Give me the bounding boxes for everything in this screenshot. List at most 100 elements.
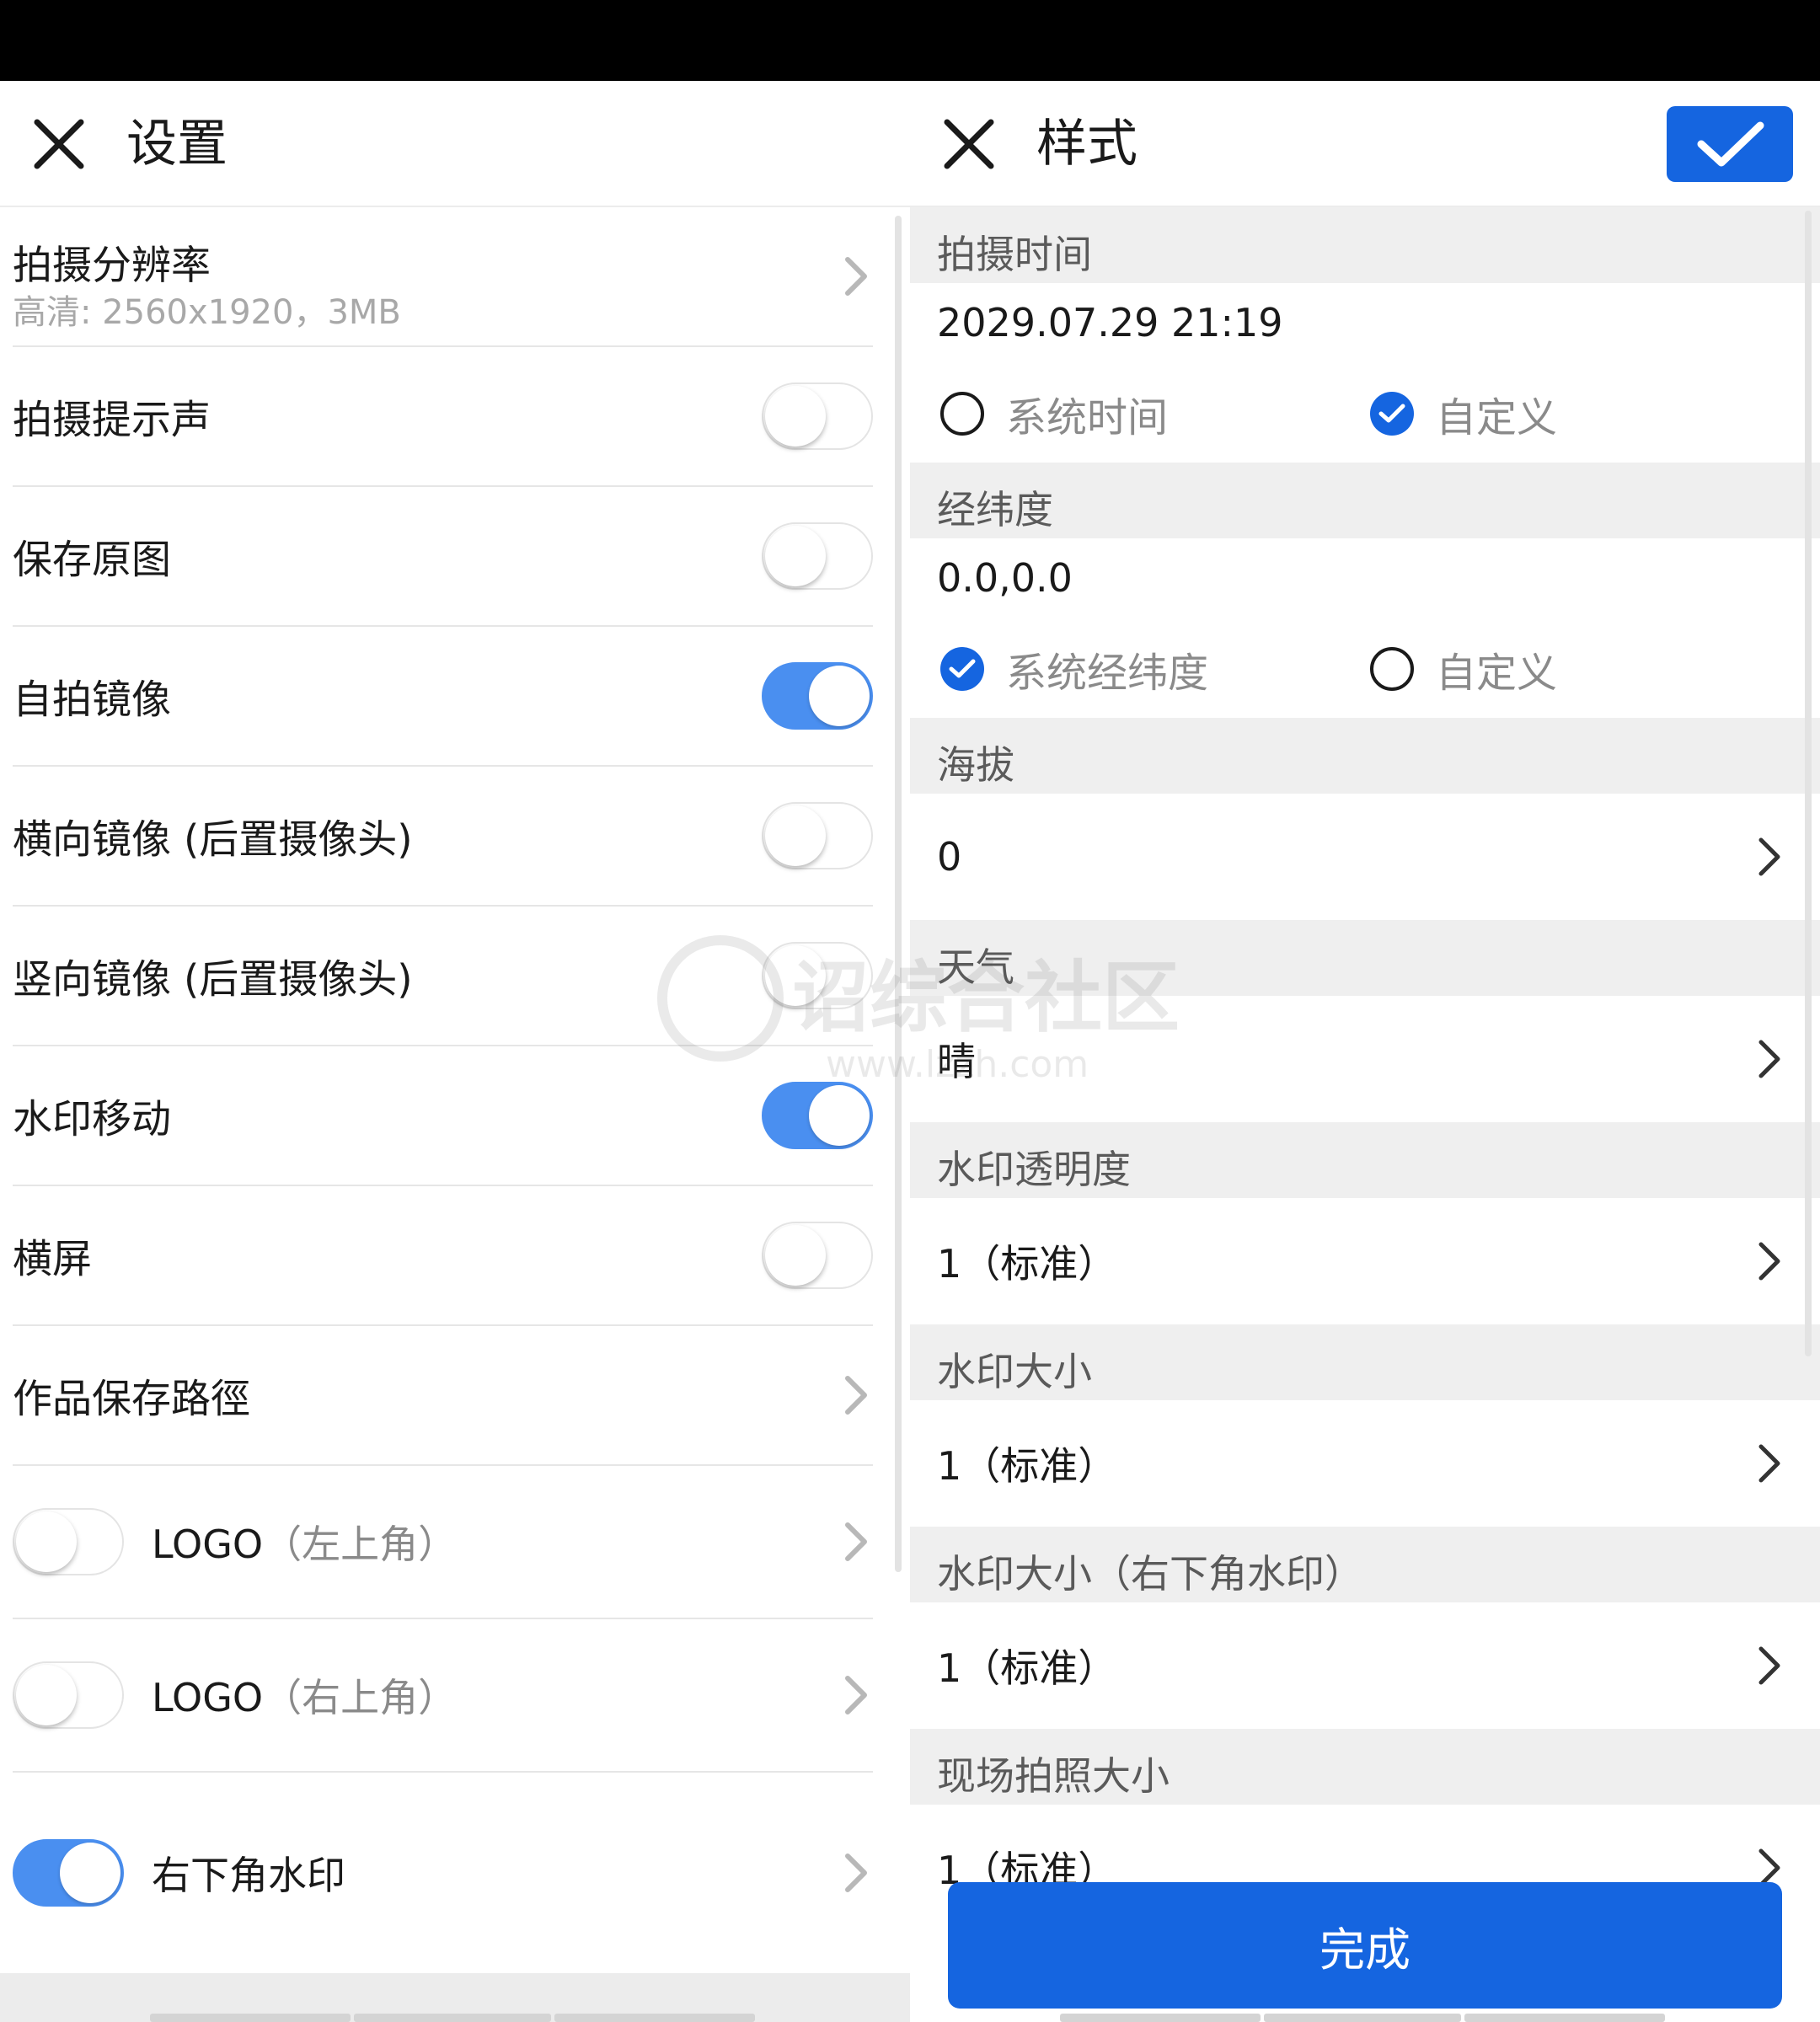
corner-watermark-toggle[interactable] <box>13 1839 124 1907</box>
toggle-knob <box>16 1665 77 1725</box>
altitude-row[interactable]: 0 <box>910 794 1820 920</box>
resolution-row[interactable]: 拍摄分辨率 高清: 2560x1920，3MB <box>13 207 873 347</box>
system-coords-radio[interactable]: 系统经纬度 <box>940 639 1208 698</box>
logo-right-toggle[interactable] <box>13 1661 124 1729</box>
logo-left-suffix: （左上角） <box>263 1522 458 1567</box>
nav-handle <box>1060 2014 1665 2022</box>
vertical-mirror-toggle[interactable] <box>762 942 873 1009</box>
section-header-size: 水印大小 <box>910 1324 1820 1400</box>
selfie-mirror-label: 自拍镜像 <box>13 677 171 724</box>
done-button[interactable]: 完成 <box>948 1882 1782 2009</box>
settings-title: 设置 <box>126 115 228 174</box>
radio-checked-icon <box>1370 392 1414 436</box>
toggle-row-watermark-move: 水印移动 <box>13 1046 873 1186</box>
section-header-opacity: 水印透明度 <box>910 1122 1820 1198</box>
landscape-label: 横屏 <box>13 1236 92 1283</box>
size-row[interactable]: 1（标准） <box>910 1400 1820 1527</box>
shoot-time-value[interactable]: 2029.07.29 21:19 <box>937 300 1283 345</box>
custom-coords-radio[interactable]: 自定义 <box>1370 639 1557 698</box>
style-topbar: 样式 <box>910 81 1820 207</box>
style-title: 样式 <box>1036 115 1138 174</box>
chevron-right-icon <box>1753 1034 1786 1084</box>
section-header-shoot-time: 拍摄时间 <box>910 207 1820 283</box>
toggle-knob <box>765 386 826 447</box>
weather-value: 晴 <box>937 1039 976 1084</box>
size-corner-value: 1（标准） <box>937 1645 1117 1691</box>
size-corner-row[interactable]: 1（标准） <box>910 1602 1820 1729</box>
chevron-right-icon <box>839 1516 873 1567</box>
scrollbar[interactable] <box>1805 211 1812 1356</box>
weather-row[interactable]: 晴 <box>910 996 1820 1122</box>
toggle-row-selfie-mirror: 自拍镜像 <box>13 627 873 767</box>
style-list: 拍摄时间 2029.07.29 21:19 系统时间 自定义 经纬度 0.0,0… <box>910 207 1820 1931</box>
save-path-label: 作品保存路徑 <box>13 1376 250 1423</box>
section-header-photo-size: 现场拍照大小 <box>910 1729 1820 1805</box>
chevron-right-icon <box>1753 1438 1786 1489</box>
logo-left-label: LOGO（左上角） <box>152 1514 457 1570</box>
close-icon <box>34 119 84 169</box>
section-header-coords: 经纬度 <box>910 463 1820 538</box>
custom-time-radio[interactable]: 自定义 <box>1370 384 1557 443</box>
system-coords-label: 系统经纬度 <box>1006 650 1209 697</box>
save-original-label: 保存原图 <box>13 537 171 584</box>
toggle-knob <box>765 805 826 866</box>
logo-left-row[interactable]: LOGO（左上角） <box>13 1466 873 1619</box>
radio-checked-icon <box>940 647 984 691</box>
toggle-knob <box>60 1843 120 1903</box>
toggle-row-save-original: 保存原图 <box>13 487 873 627</box>
coords-value[interactable]: 0.0,0.0 <box>937 555 1073 601</box>
horizontal-mirror-toggle[interactable] <box>762 802 873 869</box>
check-icon <box>1697 121 1764 167</box>
chevron-right-icon <box>839 251 873 302</box>
settings-close-button[interactable] <box>25 110 93 178</box>
resolution-value: 高清: 2560x1920，3MB <box>13 293 401 332</box>
confirm-button[interactable] <box>1667 106 1793 182</box>
toggle-knob <box>16 1511 77 1572</box>
watermark-move-toggle[interactable] <box>762 1082 873 1149</box>
toggle-row-shutter-sound: 拍摄提示声 <box>13 347 873 487</box>
chevron-right-icon <box>1753 832 1786 882</box>
toggle-knob <box>765 1225 826 1286</box>
shutter-sound-toggle[interactable] <box>762 382 873 450</box>
shutter-sound-label: 拍摄提示声 <box>13 397 211 444</box>
scrollbar[interactable] <box>895 216 902 1572</box>
landscape-toggle[interactable] <box>762 1222 873 1289</box>
toggle-row-landscape: 横屏 <box>13 1186 873 1326</box>
logo-left-prefix: LOGO <box>152 1522 264 1567</box>
altitude-value: 0 <box>937 834 962 880</box>
system-time-radio[interactable]: 系统时间 <box>940 384 1168 443</box>
logo-right-row[interactable]: LOGO（右上角） <box>13 1619 873 1773</box>
toggle-row-horizontal-mirror: 横向镜像 (后置摄像头) <box>13 767 873 907</box>
style-close-button[interactable] <box>935 110 1003 178</box>
nav-handle <box>150 2014 755 2022</box>
toggle-row-vertical-mirror: 竖向镜像 (后置摄像头) <box>13 907 873 1046</box>
settings-topbar: 设置 <box>0 81 910 207</box>
status-bar <box>0 0 1820 81</box>
logo-right-label: LOGO（右上角） <box>152 1667 457 1723</box>
vertical-mirror-label: 竖向镜像 (后置摄像头) <box>13 956 413 1003</box>
opacity-row[interactable]: 1（标准） <box>910 1198 1820 1324</box>
custom-time-label: 自定义 <box>1436 394 1558 441</box>
toggle-knob <box>809 1085 870 1146</box>
selfie-mirror-toggle[interactable] <box>762 662 873 730</box>
custom-coords-label: 自定义 <box>1436 650 1558 697</box>
opacity-value: 1（标准） <box>937 1241 1117 1286</box>
coords-block: 0.0,0.0 系统经纬度 自定义 <box>910 538 1820 718</box>
radio-unchecked-icon <box>940 392 984 436</box>
section-header-weather: 天气 <box>910 920 1820 996</box>
save-original-toggle[interactable] <box>762 522 873 590</box>
toggle-knob <box>809 666 870 726</box>
close-icon <box>944 119 994 169</box>
logo-right-suffix: （右上角） <box>263 1675 458 1720</box>
chevron-right-icon <box>1753 1236 1786 1286</box>
chevron-right-icon <box>839 1370 873 1420</box>
save-path-row[interactable]: 作品保存路徑 <box>13 1326 873 1466</box>
toggle-knob <box>765 526 826 586</box>
logo-left-toggle[interactable] <box>13 1508 124 1575</box>
corner-watermark-label: 右下角水印 <box>152 1853 345 1898</box>
shoot-time-block: 2029.07.29 21:19 系统时间 自定义 <box>910 283 1820 463</box>
section-header-altitude: 海拔 <box>910 718 1820 794</box>
system-time-label: 系统时间 <box>1006 394 1169 441</box>
chevron-right-icon <box>839 1670 873 1720</box>
corner-watermark-row[interactable]: 右下角水印 <box>13 1773 873 1973</box>
